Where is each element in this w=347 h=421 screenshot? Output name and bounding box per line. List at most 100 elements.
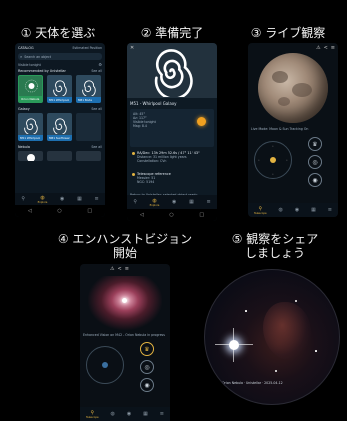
card-nebula-1[interactable] xyxy=(18,151,43,161)
see-all-nebula-link[interactable]: See all xyxy=(91,145,102,149)
bright-star xyxy=(229,340,239,350)
enhanced-vision-button[interactable]: ♛ xyxy=(308,137,322,151)
nav-events[interactable]: ▦ xyxy=(189,199,194,205)
bullet-icon xyxy=(132,151,135,155)
bottom-nav: ⚲ Telescope ◍ ◉ ▦ ≡ xyxy=(248,203,338,217)
share-icon[interactable]: < xyxy=(324,45,328,51)
warning-icon[interactable]: ⚠ xyxy=(316,45,320,51)
menu-icon: ≡ xyxy=(94,196,99,202)
nav-captures[interactable]: ◉ xyxy=(295,207,299,213)
sun-icon xyxy=(197,117,206,126)
card-galaxy-3[interactable] xyxy=(76,113,101,141)
bottom-nav: ⚲ Telescope ◍ ◉ ▦ ≡ xyxy=(80,407,170,421)
estimated-position[interactable]: Estimated Position xyxy=(72,46,102,50)
nav-events[interactable]: ▦ xyxy=(311,207,316,213)
home-icon[interactable]: ○ xyxy=(57,208,61,214)
menu-icon: ≡ xyxy=(159,411,164,417)
screen-ready: ✕ M51 - Whirlpool Galaxy Alt: 45° Az: 11… xyxy=(127,43,217,221)
card-nebula-2[interactable] xyxy=(47,151,72,161)
home-icon[interactable]: ○ xyxy=(169,212,173,218)
starburst-icon xyxy=(25,79,38,93)
card-m51[interactable]: M51 Whirlpool xyxy=(47,75,72,103)
calendar-icon: ▦ xyxy=(311,207,316,213)
capture-button[interactable]: ◎ xyxy=(308,155,322,169)
calendar-icon: ▦ xyxy=(77,196,82,202)
galaxy-icon xyxy=(154,49,193,97)
nav-explore[interactable]: ◍ Explore xyxy=(38,195,48,204)
galaxy-icon xyxy=(81,79,96,96)
galaxy-icon xyxy=(23,117,38,134)
telescope-icon: ⚲ xyxy=(21,196,25,202)
telescope-icon: ⚲ xyxy=(133,199,137,205)
menu-icon: ≡ xyxy=(327,207,332,213)
joystick[interactable] xyxy=(86,346,124,384)
step-4-label: ④ エンハンストビジョン 開始 xyxy=(57,232,193,260)
capture-button[interactable]: ◎ xyxy=(140,360,154,374)
nav-explore[interactable]: ◍ xyxy=(279,207,283,213)
step-1-label: ① 天体を選ぶ xyxy=(20,26,96,40)
camera-icon: ◉ xyxy=(294,207,300,213)
settings-button[interactable]: ◉ xyxy=(308,173,322,187)
nav-captures[interactable]: ◉ xyxy=(127,411,131,417)
catalog-header: CATALOG xyxy=(18,46,34,50)
screen-catalog: CATALOG Estimated Position ⌕ Search an o… xyxy=(15,43,105,217)
card-nebula-3[interactable] xyxy=(76,151,101,161)
step-2-label: ② 準備完了 xyxy=(140,26,204,40)
search-icon: ⌕ xyxy=(20,54,23,59)
planet-icon: ◍ xyxy=(278,207,283,213)
screen-enhanced: ⚠ < ≡ Enhanced Vision on M42 - Orion Neb… xyxy=(80,264,170,421)
location-label: Visible tonight xyxy=(18,62,41,67)
close-icon[interactable]: ✕ xyxy=(130,45,134,51)
system-nav: ◁ ○ □ xyxy=(15,205,105,217)
joystick[interactable]: • • • • xyxy=(254,141,292,179)
nav-captures[interactable]: ◉ xyxy=(60,196,64,202)
back-icon[interactable]: ◁ xyxy=(140,212,144,218)
settings-button[interactable]: ◉ xyxy=(140,378,154,392)
card-galaxy-2[interactable]: M81 Sunflower xyxy=(47,113,72,141)
object-title: M51 - Whirlpool Galaxy xyxy=(130,101,177,106)
recents-icon[interactable]: □ xyxy=(199,212,204,218)
warning-icon[interactable]: ⚠ xyxy=(110,266,114,272)
telescope-panel: Telescope reference Messier: 51 NGC: 519… xyxy=(130,171,214,185)
section-recommended: Recommended by Unistellar xyxy=(18,69,66,73)
moon-image xyxy=(258,53,328,123)
capture-watermark: Orion Nebula · Unistellar · 2025-04-12 xyxy=(222,380,283,385)
camera-icon: ◉ xyxy=(60,196,65,202)
filter-icon[interactable]: ⚙ xyxy=(98,62,102,67)
search-input[interactable]: ⌕ Search an object xyxy=(18,53,102,60)
nav-telescope[interactable]: ⚲ Telescope xyxy=(254,206,267,215)
nav-events[interactable]: ▦ xyxy=(77,196,82,202)
card-galaxy-1[interactable]: M51 Whirlpool xyxy=(18,113,43,141)
planet-icon: ◍ xyxy=(110,411,115,417)
nav-more[interactable]: ≡ xyxy=(160,411,164,417)
hero-image: ✕ xyxy=(127,43,217,98)
nav-explore[interactable]: ◍ xyxy=(111,411,115,417)
step-3-label: ③ ライブ観察 xyxy=(250,26,326,40)
card-m81[interactable]: M81 Bode xyxy=(76,75,101,103)
nav-events[interactable]: ▦ xyxy=(143,411,148,417)
see-all-link[interactable]: See all xyxy=(91,69,102,73)
nav-more[interactable]: ≡ xyxy=(328,207,332,213)
menu-icon[interactable]: ≡ xyxy=(125,266,129,272)
recents-icon[interactable]: □ xyxy=(87,208,92,214)
menu-icon[interactable]: ≡ xyxy=(331,45,335,51)
bottom-nav: ⚲ ◍ Explore ◉ ▦ ≡ xyxy=(15,193,105,205)
section-nebula: Nebula xyxy=(18,145,30,149)
bottom-nav: ⚲ ◍ Explore ◉ ▦ ≡ xyxy=(127,195,217,209)
nav-telescope[interactable]: ⚲ xyxy=(21,196,25,202)
nav-captures[interactable]: ◉ xyxy=(172,199,176,205)
nav-explore[interactable]: ◍ Explore xyxy=(150,198,160,207)
back-icon[interactable]: ◁ xyxy=(28,208,32,214)
share-icon[interactable]: < xyxy=(117,266,121,272)
nav-telescope[interactable]: ⚲ xyxy=(133,199,137,205)
nav-more[interactable]: ≡ xyxy=(94,196,98,202)
nav-more[interactable]: ≡ xyxy=(206,199,210,205)
enhanced-vision-button[interactable]: ♛ xyxy=(140,342,154,356)
see-all-galaxy-link[interactable]: See all xyxy=(91,107,102,111)
galaxy-icon xyxy=(52,79,67,96)
nav-telescope[interactable]: ⚲ Telescope xyxy=(86,410,99,419)
card-orion[interactable]: Orion Nebula xyxy=(18,75,43,103)
nebula-image xyxy=(88,276,162,330)
detail-panel: RA/Dec: 13h 29m 52.6s / 47° 11' 43" Dist… xyxy=(130,150,214,164)
info-panel: Alt: 45° Az: 117° Visible tonight Mag: 8… xyxy=(130,109,214,147)
